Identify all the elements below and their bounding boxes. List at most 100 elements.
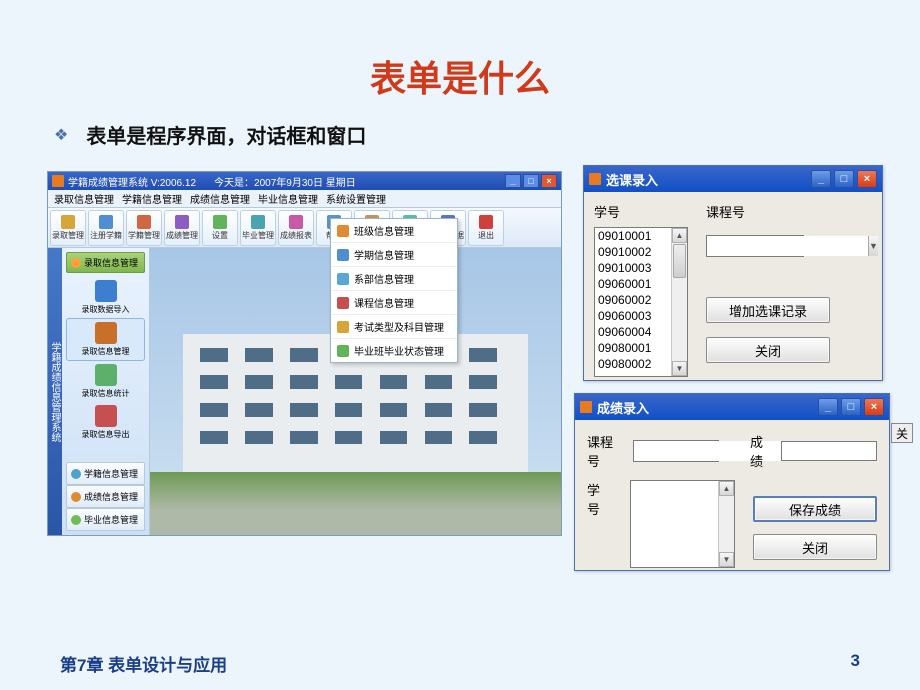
- dropdown-label: 考试类型及科目管理: [354, 319, 444, 334]
- list-item[interactable]: 09010001: [595, 228, 671, 244]
- list-item[interactable]: 09010002: [595, 244, 671, 260]
- menu-item[interactable]: 系统设置管理: [326, 191, 386, 206]
- menu-item[interactable]: 成绩信息管理: [190, 191, 250, 206]
- scroll-thumb[interactable]: [673, 244, 686, 278]
- chevron-down-icon[interactable]: ▼: [868, 236, 878, 256]
- dropdown-label: 班级信息管理: [354, 223, 414, 238]
- toolbar-icon: [213, 215, 227, 229]
- scroll-down-icon[interactable]: ▼: [672, 361, 687, 376]
- menu-icon: [337, 249, 349, 261]
- toolbar-icon: [61, 215, 75, 229]
- minimize-button[interactable]: _: [818, 398, 838, 416]
- toolbar-button[interactable]: 退出: [468, 210, 504, 246]
- close-button[interactable]: ×: [864, 398, 884, 416]
- nav-item[interactable]: 录取信息导出: [66, 402, 145, 443]
- menu-item[interactable]: 毕业信息管理: [258, 191, 318, 206]
- list-item[interactable]: 09060001: [595, 276, 671, 292]
- app-today: 今天是：2007年9月30日 星期日: [214, 174, 356, 189]
- course-id-input[interactable]: [707, 236, 868, 256]
- nav-label: 录取信息导出: [82, 429, 130, 440]
- close-dialog-button[interactable]: 关闭: [753, 534, 877, 560]
- label-course-id: 课程号: [587, 432, 623, 470]
- dialog-course-select: 选课录入 _ □ × 学号 09010001090100020901000309…: [583, 165, 883, 381]
- list-item[interactable]: 09060002: [595, 292, 671, 308]
- menu-icon: [337, 297, 349, 309]
- scroll-up-icon[interactable]: ▲: [672, 228, 687, 243]
- nav-label: 录取数据导入: [82, 304, 130, 315]
- close-button[interactable]: ×: [541, 174, 557, 188]
- app-window: 学籍成绩管理系统 V:2006.12 今天是：2007年9月30日 星期日 _ …: [47, 171, 562, 536]
- menu-icon: [337, 273, 349, 285]
- maximize-button[interactable]: □: [834, 170, 854, 188]
- scrollbar[interactable]: ▲ ▼: [671, 228, 687, 376]
- dropdown-item[interactable]: 课程信息管理: [331, 291, 457, 315]
- diamond-icon: ❖: [54, 125, 68, 145]
- list-item[interactable]: 09060003: [595, 308, 671, 324]
- toolbar-button[interactable]: 设置: [202, 210, 238, 246]
- dropdown-item[interactable]: 班级信息管理: [331, 219, 457, 243]
- window-controls: _ □ ×: [505, 174, 557, 188]
- nav-label: 录取信息统计: [82, 388, 130, 399]
- maximize-button[interactable]: □: [841, 398, 861, 416]
- toolbar-button[interactable]: 学籍管理: [126, 210, 162, 246]
- list-item[interactable]: 09080001: [595, 340, 671, 356]
- label-course-id: 课程号: [706, 202, 830, 221]
- dropdown-item[interactable]: 考试类型及科目管理: [331, 315, 457, 339]
- scroll-down-icon[interactable]: ▼: [719, 552, 734, 567]
- dialog-titlebar: 成绩录入 _ □ ×: [575, 394, 889, 420]
- dialog-grade-entry: 成绩录入 _ □ × 课程号 ▼ 成绩 学号: [574, 393, 890, 571]
- menu-item[interactable]: 学籍信息管理: [122, 191, 182, 206]
- app-body: 学籍成绩信息管理系统 录取信息管理 录取数据导入录取信息管理录取信息统计录取信息…: [48, 248, 561, 535]
- student-id-listbox[interactable]: 0901000109010002090100030906000109060002…: [594, 227, 688, 377]
- nav-section-button[interactable]: 毕业信息管理: [66, 508, 145, 531]
- nav-item[interactable]: 录取信息管理: [66, 318, 145, 361]
- bullet-icon: [71, 258, 81, 268]
- toolbar-icon: [479, 215, 493, 229]
- toolbar-label: 成绩报表: [280, 230, 312, 241]
- toolbar-button[interactable]: 成绩报表: [278, 210, 314, 246]
- scroll-up-icon[interactable]: ▲: [719, 481, 734, 496]
- nav-label: 录取信息管理: [82, 346, 130, 357]
- toolbar-label: 设置: [212, 230, 228, 241]
- nav-icon: [95, 322, 117, 344]
- label-grade: 成绩: [750, 432, 771, 470]
- maximize-button[interactable]: □: [523, 174, 539, 188]
- nav-item[interactable]: 录取信息统计: [66, 361, 145, 402]
- close-button[interactable]: ×: [857, 170, 877, 188]
- bullet-icon: [71, 492, 81, 502]
- minimize-button[interactable]: _: [505, 174, 521, 188]
- toolbar-icon: [137, 215, 151, 229]
- nav-section-button[interactable]: 成绩信息管理: [66, 485, 145, 508]
- course-id-combo[interactable]: ▼: [706, 235, 804, 257]
- toolbar-button[interactable]: 注册学籍: [88, 210, 124, 246]
- list-item[interactable]: 09010003: [595, 260, 671, 276]
- bullet-row: ❖ 表单是程序界面，对话框和窗口: [0, 120, 920, 149]
- close-dialog-button[interactable]: 关闭: [706, 337, 830, 363]
- slide-footer: 第7章 表单设计与应用 3: [0, 651, 920, 676]
- nav-item[interactable]: 录取数据导入: [66, 277, 145, 318]
- toolbar-button[interactable]: 录取管理: [50, 210, 86, 246]
- fox-icon: [580, 401, 592, 413]
- course-id-combo[interactable]: ▼: [633, 440, 719, 462]
- list-item[interactable]: 09060004: [595, 324, 671, 340]
- nav-panel: 录取信息管理 录取数据导入录取信息管理录取信息统计录取信息导出 学籍信息管理成绩…: [62, 248, 150, 535]
- dropdown-item[interactable]: 毕业班毕业状态管理: [331, 339, 457, 362]
- nav-section-button[interactable]: 学籍信息管理: [66, 462, 145, 485]
- scrollbar[interactable]: ▲ ▼: [718, 481, 734, 567]
- slide-title: 表单是什么: [0, 0, 920, 120]
- student-id-listbox[interactable]: ▲ ▼: [630, 480, 735, 568]
- dropdown-item[interactable]: 学期信息管理: [331, 243, 457, 267]
- menu-icon: [337, 225, 349, 237]
- menu-item[interactable]: 录取信息管理: [54, 191, 114, 206]
- grade-input[interactable]: [781, 441, 877, 461]
- toolbar-button[interactable]: 成绩管理: [164, 210, 200, 246]
- save-grade-button[interactable]: 保存成绩: [753, 496, 877, 522]
- dropdown-item[interactable]: 系部信息管理: [331, 267, 457, 291]
- minimize-button[interactable]: _: [811, 170, 831, 188]
- add-record-button[interactable]: 增加选课记录: [706, 297, 830, 323]
- chapter-label: 第7章 表单设计与应用: [60, 651, 227, 676]
- toolbar-label: 学籍管理: [128, 230, 160, 241]
- toolbar-button[interactable]: 毕业管理: [240, 210, 276, 246]
- toolbar-icon: [99, 215, 113, 229]
- list-item[interactable]: 09080002: [595, 356, 671, 372]
